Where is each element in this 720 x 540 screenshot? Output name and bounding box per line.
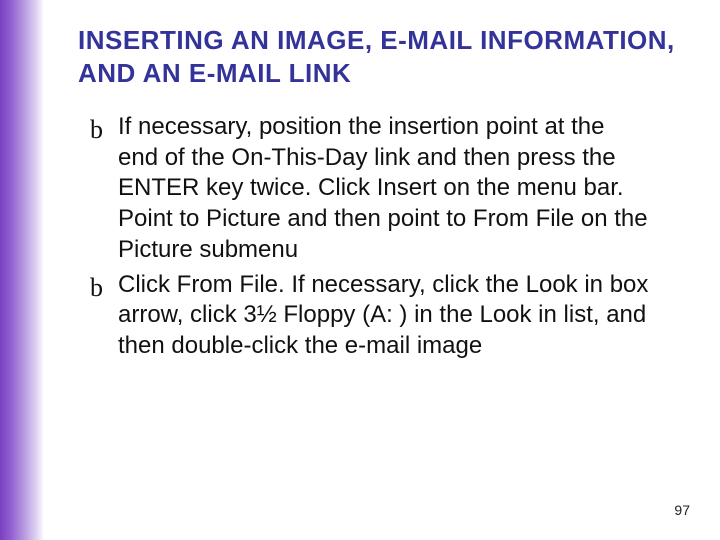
bullet-glyph: b	[90, 112, 118, 145]
bullet-glyph: b	[90, 270, 118, 303]
page-number: 97	[674, 502, 690, 518]
bullet-text: Click From File. If necessary, click the…	[118, 270, 650, 362]
bullet-text: If necessary, position the insertion poi…	[118, 112, 650, 266]
accent-bar	[0, 0, 44, 540]
slide-body: b If necessary, position the insertion p…	[90, 112, 650, 366]
list-item: b Click From File. If necessary, click t…	[90, 270, 650, 362]
slide: INSERTING AN IMAGE, E-MAIL INFORMATION, …	[0, 0, 720, 540]
slide-title: INSERTING AN IMAGE, E-MAIL INFORMATION, …	[78, 24, 678, 89]
list-item: b If necessary, position the insertion p…	[90, 112, 650, 266]
